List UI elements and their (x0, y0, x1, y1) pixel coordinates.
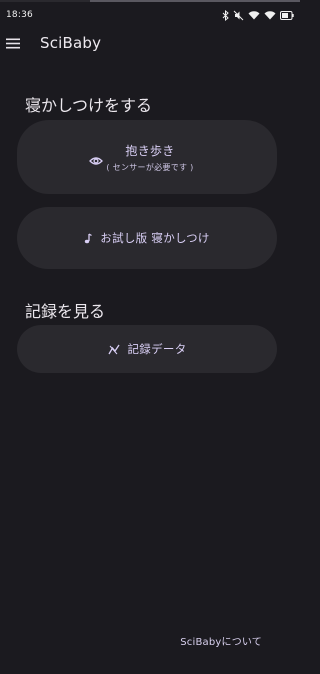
section-title-sleep: 寝かしつけをする (25, 96, 153, 115)
app-title: SciBaby (40, 34, 102, 52)
wifi-icon (264, 10, 276, 20)
battery-icon (280, 10, 294, 20)
app-bar: SciBaby (0, 28, 300, 58)
mute-icon (233, 10, 244, 21)
hug-walk-label: 抱き歩き (125, 143, 175, 158)
record-data-label: 記録データ (127, 342, 187, 356)
section-title-records: 記録を見る (25, 302, 106, 321)
about-link[interactable]: SciBabyについて (180, 633, 262, 648)
trial-sleep-label: お試し版 寝かしつけ (100, 231, 210, 245)
wifi-icon (248, 10, 260, 20)
menu-icon (6, 34, 20, 53)
bluetooth-icon (222, 9, 229, 21)
analytics-icon (107, 340, 120, 359)
music-note-icon (84, 229, 93, 248)
trial-sleep-button[interactable]: お試し版 寝かしつけ (17, 207, 277, 269)
hug-walk-button[interactable]: 抱き歩き ( センサーが必要です ) (17, 120, 277, 194)
hug-walk-sublabel: ( センサーが必要です ) (106, 162, 194, 172)
menu-button[interactable] (4, 33, 22, 53)
eye-icon (89, 151, 103, 170)
top-progress-segment (90, 0, 300, 2)
status-icons (222, 9, 294, 21)
status-time: 18:36 (6, 10, 33, 20)
record-data-button[interactable]: 記録データ (17, 325, 277, 373)
top-progress-strip (0, 0, 300, 2)
status-bar: 18:36 (0, 6, 300, 26)
